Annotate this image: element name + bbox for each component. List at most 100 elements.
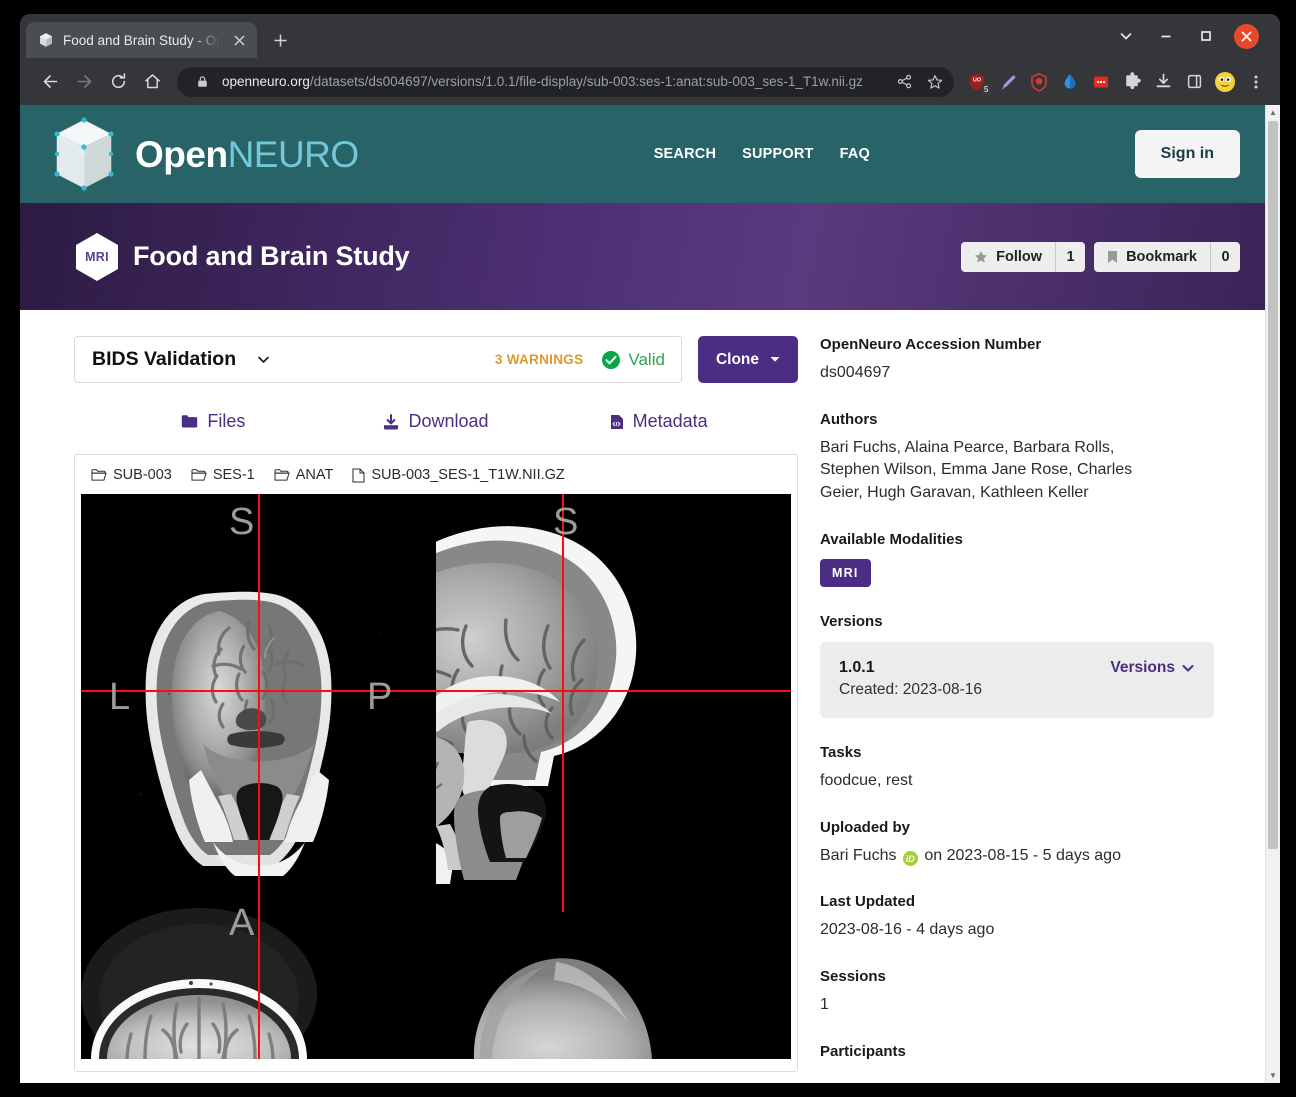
uploaded-by-value: Bari Fuchs iD on 2023-08-15 - 5 days ago — [820, 845, 1214, 868]
chrome-menu-chevron[interactable] — [1106, 16, 1146, 56]
breadcrumb-item-ses-1[interactable]: SES-1 — [191, 467, 255, 483]
logo-primary-text: Open — [135, 133, 228, 175]
back-arrow-icon[interactable] — [34, 66, 66, 98]
tab-files[interactable]: Files — [102, 411, 325, 432]
water-drop-extension[interactable] — [1056, 68, 1084, 96]
sagittal-slice-pane[interactable] — [436, 494, 791, 884]
follow-button[interactable]: Follow 1 — [961, 241, 1086, 272]
orientation-label-posterior: P — [367, 676, 393, 718]
dataset-banner: MRI Food and Brain Study Follow 1 Bookma… — [20, 203, 1280, 310]
validation-status: Valid — [601, 350, 665, 370]
tab-metadata[interactable]: Metadata — [547, 411, 770, 432]
address-bar[interactable]: openneuro.org/datasets/ds004697/versions… — [177, 66, 954, 97]
bookmark-count: 0 — [1210, 241, 1240, 272]
url-text: openneuro.org/datasets/ds004697/versions… — [222, 74, 884, 89]
privacy-badger-extension[interactable] — [1025, 68, 1053, 96]
breadcrumb-item-sub-003[interactable]: SUB-003 — [91, 467, 172, 483]
warnings-count: 3 WARNINGS — [494, 352, 584, 367]
maximize-button[interactable] — [1186, 16, 1226, 56]
forward-arrow-icon[interactable] — [68, 66, 100, 98]
ublock-origin-extension[interactable]: UO 5 — [963, 68, 992, 97]
sign-in-button[interactable]: Sign in — [1134, 130, 1240, 178]
crosshair-vertical-coronal — [258, 494, 260, 1059]
chevron-down-icon[interactable] — [256, 352, 271, 367]
browser-toolbar: openneuro.org/datasets/ds004697/versions… — [20, 58, 1280, 105]
orcid-id-icon[interactable]: iD — [902, 851, 918, 867]
site-nav: SEARCH SUPPORT FAQ — [654, 146, 870, 162]
orientation-label-left: L — [109, 676, 131, 718]
folder-open-icon — [274, 468, 290, 482]
star-outline-icon[interactable] — [924, 71, 946, 93]
highlighter-extension[interactable] — [994, 68, 1022, 96]
breadcrumb-label: SES-1 — [212, 467, 255, 483]
nav-item-support[interactable]: SUPPORT — [742, 146, 814, 162]
breadcrumb-item-file[interactable]: SUB-003_SES-1_T1W.NII.GZ — [352, 467, 565, 483]
breadcrumb-item-anat[interactable]: ANAT — [274, 467, 333, 483]
folder-icon — [181, 414, 198, 429]
main-column: BIDS Validation 3 WARNINGS Valid Clone F… — [20, 336, 820, 1083]
clone-button[interactable]: Clone — [697, 336, 798, 383]
home-icon[interactable] — [136, 66, 168, 98]
site-header: OpenNEURO SEARCH SUPPORT FAQ Sign in — [20, 105, 1280, 203]
cube-icon — [38, 32, 54, 48]
browser-tab[interactable]: Food and Brain Study - Op — [26, 22, 257, 58]
bookmark-button[interactable]: Bookmark 0 — [1094, 241, 1240, 272]
minimize-button[interactable] — [1146, 16, 1186, 56]
versions-heading: Versions — [820, 612, 883, 630]
share-icon[interactable] — [893, 71, 915, 93]
versions-dropdown-link[interactable]: Versions — [1110, 659, 1195, 677]
kebab-menu-icon[interactable] — [1242, 68, 1270, 96]
svg-text:UO: UO — [973, 77, 982, 83]
modality-chip-mri[interactable]: MRI — [820, 558, 871, 587]
extensions-puzzle-icon[interactable] — [1118, 68, 1146, 96]
sidepanel-icon[interactable] — [1180, 68, 1208, 96]
tab-download[interactable]: Download — [325, 411, 548, 432]
version-number: 1.0.1 — [839, 658, 875, 676]
breadcrumb-label: SUB-003_SES-1_T1W.NII.GZ — [371, 467, 565, 483]
file-icon — [352, 468, 365, 483]
scroll-down-arrow[interactable]: ▼ — [1266, 1068, 1280, 1083]
nav-item-search[interactable]: SEARCH — [654, 146, 716, 162]
new-tab-button[interactable] — [265, 25, 295, 55]
accession-value: ds004697 — [820, 364, 891, 381]
bids-validation-title: BIDS Validation — [92, 348, 237, 370]
browser-tab-strip: Food and Brain Study - Op — [20, 14, 1280, 58]
follow-label: Follow — [996, 248, 1043, 265]
page-title: Food and Brain Study — [133, 241, 410, 271]
page-scrollbar[interactable]: ▲ ▼ — [1265, 105, 1280, 1083]
openneuro-logo[interactable]: OpenNEURO — [47, 114, 359, 194]
breadcrumb: SUB-003 SES-1 ANAT SUB-003_SES-1_T1W.NII… — [75, 455, 797, 494]
close-icon[interactable] — [229, 30, 249, 50]
tab-download-label: Download — [408, 411, 489, 431]
browser-tab-title: Food and Brain Study - Op — [63, 32, 220, 48]
dataset-actions: Follow 1 Bookmark 0 — [961, 241, 1240, 272]
extension-icons: UO 5 — [963, 68, 1270, 97]
modality-badge-label: MRI — [85, 249, 109, 264]
last-updated-value: 2023-08-16 - 4 days ago — [820, 921, 995, 939]
red-square-extension[interactable] — [1087, 68, 1115, 96]
check-circle-icon — [601, 350, 621, 370]
scroll-up-arrow[interactable]: ▲ — [1266, 105, 1280, 120]
close-window-button[interactable] — [1226, 16, 1266, 56]
openneuro-cube-icon — [47, 114, 121, 194]
lock-icon — [191, 71, 213, 93]
volume-render-pane[interactable] — [436, 884, 791, 1059]
tasks-heading: Tasks — [820, 743, 862, 761]
nav-item-faq[interactable]: FAQ — [840, 146, 870, 162]
url-domain: openneuro.org — [222, 74, 310, 89]
uploader-name[interactable]: Bari Fuchs — [820, 847, 896, 864]
scrollbar-thumb[interactable] — [1268, 121, 1278, 849]
crosshair-horizontal-coronal — [81, 690, 791, 692]
reload-icon[interactable] — [102, 66, 134, 98]
nifti-viewer[interactable]: S L S P A — [81, 494, 791, 1059]
version-card: 1.0.1 Created: 2023-08-16 Versions — [820, 641, 1214, 718]
bookmark-label: Bookmark — [1126, 248, 1197, 265]
bids-validation-bar[interactable]: BIDS Validation 3 WARNINGS Valid — [74, 336, 682, 383]
folder-open-icon — [191, 468, 207, 482]
profile-avatar[interactable] — [1211, 68, 1239, 96]
clone-label: Clone — [715, 350, 759, 368]
downloads-icon[interactable] — [1149, 68, 1177, 96]
download-icon — [383, 413, 399, 430]
folder-open-icon — [91, 468, 107, 482]
modality-hexagon-badge: MRI — [72, 232, 122, 282]
